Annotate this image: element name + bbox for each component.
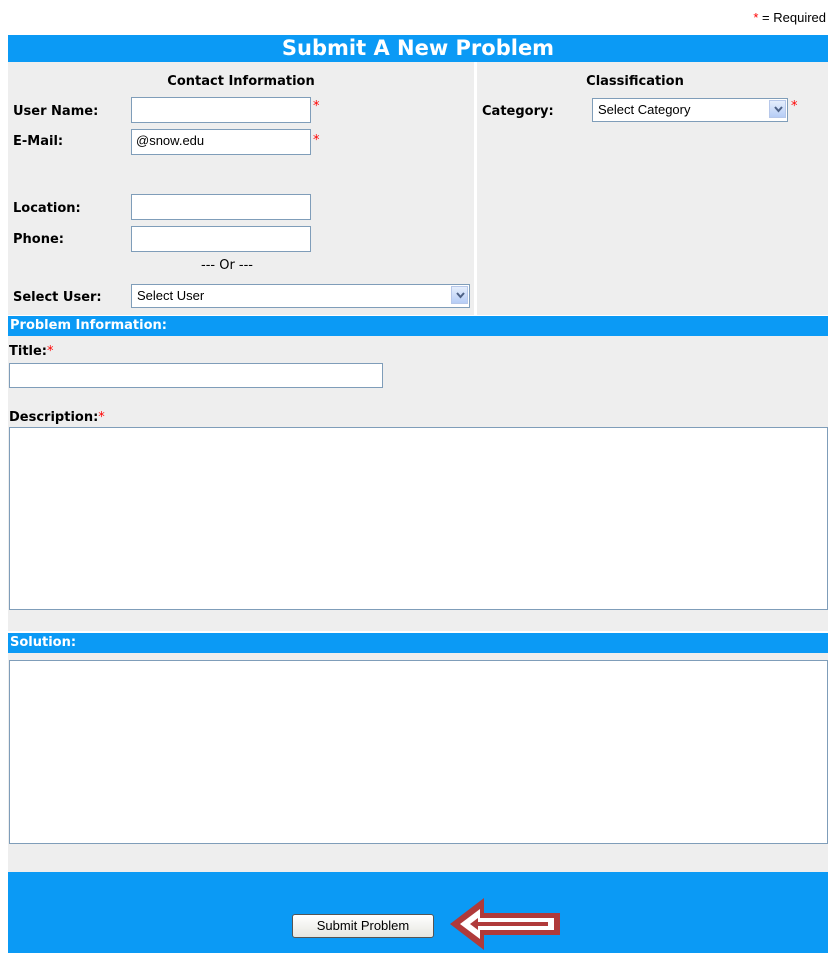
email-required-mark: * [313, 133, 320, 148]
contact-heading: Contact Information [167, 74, 315, 89]
user-name-required-mark: * [313, 99, 320, 114]
problem-information-bar: Problem Information: [8, 316, 828, 336]
category-dropdown[interactable]: Select Category [592, 98, 788, 122]
solution-bar: Solution: [8, 633, 828, 653]
email-input[interactable]: @snow.edu [131, 129, 311, 155]
description-textarea[interactable] [9, 427, 828, 610]
required-note-text: = Required [762, 10, 826, 25]
user-name-input[interactable] [131, 97, 311, 123]
required-note: * = Required [753, 10, 826, 25]
solution-textarea[interactable] [9, 660, 828, 844]
location-input[interactable] [131, 194, 311, 220]
category-label: Category: [482, 104, 554, 119]
user-name-label: User Name: [13, 104, 99, 119]
submit-problem-button[interactable]: Submit Problem [292, 914, 434, 938]
title-input[interactable] [9, 363, 383, 388]
required-asterisk: * [753, 10, 759, 25]
chevron-down-icon [456, 292, 465, 299]
select-user-value: Select User [137, 288, 205, 303]
left-arrow-icon [450, 898, 560, 950]
or-divider-text: --- Or --- [201, 258, 253, 273]
location-label: Location: [13, 201, 81, 216]
chevron-down-icon [774, 106, 783, 113]
select-user-dropdown[interactable]: Select User [131, 284, 470, 308]
category-dropdown-button[interactable] [769, 100, 786, 118]
category-required-mark: * [791, 99, 798, 114]
phone-input[interactable] [131, 226, 311, 252]
title-label: Title:* [9, 344, 54, 359]
footer-bar [8, 872, 828, 953]
page-title: Submit A New Problem [8, 35, 828, 62]
classification-heading: Classification [586, 74, 684, 89]
category-value: Select Category [598, 102, 691, 117]
select-user-dropdown-button[interactable] [451, 286, 468, 304]
select-user-label: Select User: [13, 290, 102, 305]
email-label: E-Mail: [13, 134, 64, 149]
description-label: Description:* [9, 410, 105, 425]
phone-label: Phone: [13, 232, 64, 247]
